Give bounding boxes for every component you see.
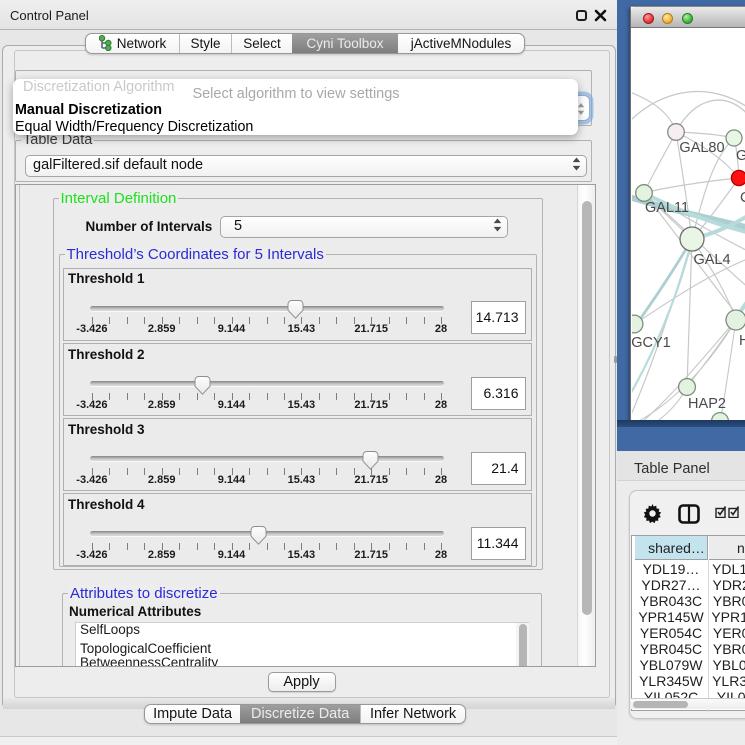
svg-text:C: C xyxy=(740,190,745,206)
svg-text:GAL4: GAL4 xyxy=(693,252,730,268)
svg-text:H: H xyxy=(739,333,745,349)
svg-text:GAL80: GAL80 xyxy=(679,140,724,156)
svg-text:GA: GA xyxy=(736,148,745,164)
svg-text:GCY1: GCY1 xyxy=(632,335,671,351)
svg-text:GAL11: GAL11 xyxy=(645,200,689,216)
svg-text:HAP2: HAP2 xyxy=(688,396,726,412)
